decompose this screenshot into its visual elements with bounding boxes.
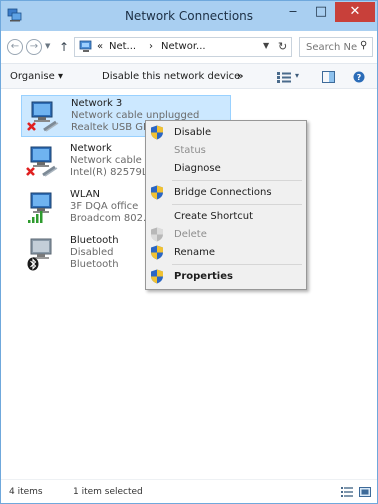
breadcrumb-separator: › [149,41,153,52]
address-dropdown-chevron-icon[interactable]: ▼ [263,41,269,50]
menu-separator [172,264,302,265]
up-button[interactable]: ↑ [59,40,69,54]
refresh-button[interactable]: ↻ [278,40,287,53]
recent-locations-chevron-icon[interactable]: ▼ [45,42,50,50]
menu-item-label: Create Shortcut [174,211,253,222]
address-bar[interactable]: « Net... › Networ... ▼ ↻ [74,37,292,57]
menu-item-properties[interactable]: Properties [146,268,306,286]
uac-shield-icon [151,269,163,284]
forward-button[interactable]: → [26,39,42,55]
details-view-icon[interactable] [341,487,353,497]
network-connections-window: Network Connections ‒ □ ✕ ← → ▼ ↑ « Net.… [0,0,378,504]
svg-text:?: ? [357,73,362,82]
menu-item-label: Properties [174,271,233,282]
back-button[interactable]: ← [7,39,23,55]
breadcrumb-network-internet[interactable]: Net... [109,41,136,52]
context-menu: Disable Status Diagnose Bridge Connectio… [145,120,307,290]
uac-shield-icon [151,245,163,260]
search-box[interactable]: ⚲ [299,37,373,57]
menu-item-diagnose[interactable]: Diagnose [146,160,306,178]
connection-status: Disabled [70,247,114,258]
control-panel-icon [79,40,92,52]
uac-shield-icon [151,125,163,140]
title-bar[interactable]: Network Connections ‒ □ ✕ [1,1,377,31]
connection-status: Network cable ur [70,155,156,166]
connection-name: WLAN [70,189,101,200]
more-commands-button[interactable]: » [237,71,243,82]
menu-item-label: Status [174,145,206,156]
menu-item-label: Diagnose [174,163,221,174]
menu-item-bridge-connections[interactable]: Bridge Connections [146,184,306,202]
connection-name: Bluetooth [70,235,119,246]
status-bar: 4 items 1 item selected [1,479,377,503]
menu-item-delete[interactable]: Delete [146,226,306,244]
maximize-button[interactable]: □ [307,2,335,22]
wired-disconnected-icon [26,146,58,177]
connection-adapter: Bluetooth [70,259,119,270]
disable-device-button[interactable]: Disable this network device [102,71,240,82]
connection-adapter: Intel(R) 82579LM [70,167,157,178]
change-view-icon[interactable] [277,72,291,83]
breadcrumb-overflow[interactable]: « [97,41,103,52]
search-icon[interactable]: ⚲ [360,40,367,51]
menu-item-label: Disable [174,127,212,138]
view-options-dropdown[interactable]: ▾ [295,71,299,80]
large-icons-view-icon[interactable] [359,487,371,497]
connection-adapter: Realtek USB GBE [71,122,157,133]
help-icon[interactable]: ? [353,71,365,83]
connection-name: Network 3 [71,98,123,109]
menu-item-disable[interactable]: Disable [146,124,306,142]
bluetooth-icon [27,238,52,271]
address-row: ← → ▼ ↑ « Net... › Networ... ▼ ↻ ⚲ [1,31,377,63]
breadcrumb-network-connections[interactable]: Networ... [161,41,206,52]
minimize-button[interactable]: ‒ [279,2,307,22]
menu-item-label: Bridge Connections [174,187,272,198]
command-bar: Organise ▾ Disable this network device »… [1,63,377,89]
connection-name: Network [70,143,112,154]
item-count: 4 items [9,487,43,497]
wireless-signal-icon [28,192,52,223]
menu-item-label: Rename [174,247,216,258]
selection-count: 1 item selected [73,487,143,497]
preview-pane-icon[interactable] [322,71,335,83]
wired-disconnected-icon [27,101,59,132]
close-button[interactable]: ✕ [335,2,375,22]
menu-separator [172,204,302,205]
uac-shield-icon [151,227,163,242]
menu-separator [172,180,302,181]
menu-item-label: Delete [174,229,207,240]
uac-shield-icon [151,185,163,200]
connection-status: 3F DQA office [70,201,139,212]
search-input[interactable] [300,38,358,56]
menu-item-create-shortcut[interactable]: Create Shortcut [146,208,306,226]
organise-menu-button[interactable]: Organise ▾ [10,71,63,82]
menu-item-status[interactable]: Status [146,142,306,160]
menu-item-rename[interactable]: Rename [146,244,306,262]
